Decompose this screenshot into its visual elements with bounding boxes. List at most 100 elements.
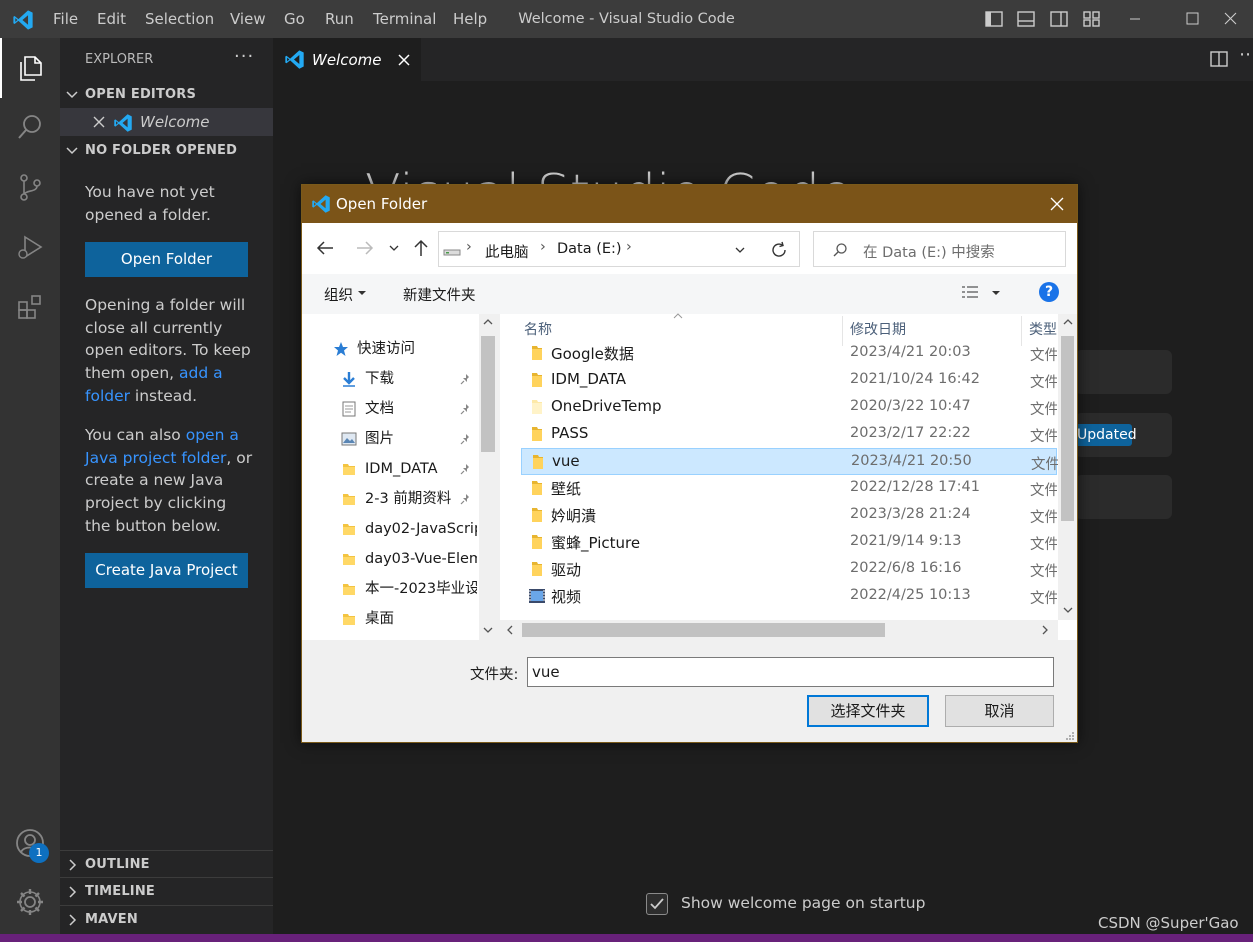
folder-name-input[interactable]: vue — [527, 657, 1054, 687]
file-date: 2023/4/21 20:50 — [851, 453, 972, 469]
run-debug-activity[interactable] — [0, 217, 60, 277]
nav-item[interactable]: 本一-2023毕业设计 — [365, 574, 477, 604]
customize-layout-icon[interactable] — [1082, 9, 1102, 29]
scroll-up-icon[interactable] — [1063, 318, 1073, 326]
chevron-right-icon — [69, 914, 77, 926]
walkthrough-card[interactable] — [1075, 475, 1172, 519]
organize-dropdown-icon[interactable] — [357, 289, 367, 297]
vscode-file-icon — [285, 50, 304, 69]
column-header-name[interactable]: 名称 — [524, 319, 552, 339]
scroll-right-icon[interactable] — [1041, 625, 1049, 635]
file-row[interactable]: 妗岄潰 2023/3/28 21:24 文件夹 — [521, 502, 1057, 529]
no-folder-header[interactable]: NO FOLDER OPENED — [85, 143, 237, 158]
menu-terminal[interactable]: Terminal — [373, 0, 436, 38]
breadcrumb-data-drive[interactable]: Data (E:) — [557, 241, 622, 257]
open-editors-header[interactable]: OPEN EDITORS — [85, 87, 196, 102]
accounts-activity[interactable] — [0, 813, 60, 873]
new-folder-button[interactable]: 新建文件夹 — [403, 284, 476, 305]
status-bar — [0, 934, 1253, 942]
timeline-section[interactable]: TIMELINE — [60, 877, 273, 905]
menu-go[interactable]: Go — [284, 0, 305, 38]
resize-grip-icon[interactable] — [1064, 730, 1075, 741]
file-row[interactable]: 驱动 2022/6/8 16:16 文件夹 — [521, 556, 1057, 583]
navigation-scrollbar[interactable] — [479, 314, 497, 640]
close-editor-icon[interactable] — [92, 115, 106, 129]
select-folder-button[interactable]: 选择文件夹 — [807, 695, 929, 727]
file-row[interactable]: vue 2023/4/21 20:50 文件夹 — [521, 448, 1058, 475]
toggle-panel-icon[interactable] — [1016, 9, 1036, 29]
dialog-close-icon[interactable] — [1038, 185, 1076, 223]
scroll-thumb[interactable] — [522, 623, 885, 637]
tab-welcome[interactable]: Welcome — [273, 38, 421, 81]
maven-label: MAVEN — [85, 912, 138, 927]
search-icon — [833, 243, 847, 257]
up-arrow-icon[interactable] — [413, 239, 429, 257]
column-header-type[interactable]: 类型 — [1029, 319, 1057, 339]
more-actions-icon[interactable]: ⋯ — [1239, 44, 1253, 65]
menu-run[interactable]: Run — [325, 0, 354, 38]
extensions-activity[interactable] — [0, 277, 60, 337]
toggle-primary-sidebar-icon[interactable] — [984, 9, 1004, 29]
source-control-activity[interactable] — [0, 157, 60, 217]
back-arrow-icon[interactable] — [316, 240, 334, 256]
file-row[interactable]: PASS 2023/2/17 22:22 文件夹 — [521, 421, 1057, 448]
file-row[interactable]: 壁纸 2022/12/28 17:41 文件夹 — [521, 475, 1057, 502]
file-row[interactable]: IDM_DATA 2021/10/24 16:42 文件夹 — [521, 367, 1057, 394]
column-header-date[interactable]: 修改日期 — [850, 319, 906, 339]
open-folder-button[interactable]: Open Folder — [85, 242, 248, 277]
file-list-hscrollbar[interactable] — [500, 620, 1058, 640]
help-icon[interactable]: ? — [1039, 282, 1059, 302]
quick-access-item[interactable]: 快速访问 — [357, 334, 477, 364]
close-tab-icon[interactable] — [397, 53, 411, 67]
menu-view[interactable]: View — [230, 0, 266, 38]
search-input[interactable]: 在 Data (E:) 中搜索 — [813, 231, 1066, 267]
walkthrough-card[interactable] — [1075, 350, 1172, 394]
cancel-button[interactable]: 取消 — [945, 695, 1054, 727]
address-bar[interactable]: › 此电脑 › Data (E:) › — [438, 231, 800, 267]
search-activity[interactable] — [0, 97, 60, 157]
view-dropdown-icon[interactable] — [991, 289, 1001, 297]
show-welcome-checkbox[interactable] — [646, 893, 668, 915]
file-row[interactable]: 蜜蜂_Picture 2021/9/14 9:13 文件夹 — [521, 529, 1057, 556]
scroll-thumb[interactable] — [1061, 336, 1074, 521]
menu-file[interactable]: File — [53, 0, 78, 38]
folder-icon — [528, 371, 546, 389]
scroll-down-icon[interactable] — [483, 626, 493, 634]
more-actions-icon[interactable]: ··· — [234, 46, 254, 67]
file-list-vscrollbar[interactable] — [1058, 314, 1077, 620]
nav-item[interactable]: 桌面 — [365, 604, 477, 634]
menu-selection[interactable]: Selection — [145, 0, 214, 38]
minimize-icon[interactable] — [1112, 0, 1158, 38]
toggle-secondary-sidebar-icon[interactable] — [1049, 9, 1069, 29]
recent-locations-icon[interactable] — [388, 243, 400, 253]
outline-section[interactable]: OUTLINE — [60, 850, 273, 878]
show-welcome-label[interactable]: Show welcome page on startup — [681, 894, 925, 912]
manage-activity[interactable] — [0, 872, 60, 932]
scroll-left-icon[interactable] — [506, 625, 514, 635]
refresh-button[interactable] — [759, 231, 800, 267]
view-options-icon[interactable] — [961, 285, 979, 300]
split-editor-icon[interactable] — [1209, 49, 1229, 69]
nav-item[interactable]: day02-JavaScript — [365, 514, 477, 544]
file-date: 2022/4/25 10:13 — [850, 587, 971, 603]
chevron-down-icon[interactable] — [64, 143, 80, 159]
create-java-project-button[interactable]: Create Java Project — [85, 553, 248, 588]
explorer-activity[interactable] — [0, 38, 60, 98]
maven-section[interactable]: MAVEN — [60, 905, 273, 933]
file-date: 2023/3/28 21:24 — [850, 506, 971, 522]
close-window-icon[interactable] — [1207, 0, 1253, 38]
menu-edit[interactable]: Edit — [97, 0, 126, 38]
address-dropdown-icon[interactable] — [734, 245, 746, 255]
chevron-down-icon[interactable] — [64, 87, 80, 103]
organize-menu[interactable]: 组织 — [324, 284, 353, 305]
menu-help[interactable]: Help — [453, 0, 487, 38]
scroll-up-icon[interactable] — [483, 318, 493, 326]
file-row[interactable]: Google数据 2023/4/21 20:03 文件夹 — [521, 340, 1057, 367]
file-row[interactable]: 视频 2022/4/25 10:13 文件夹 — [521, 583, 1057, 610]
breadcrumb-this-pc[interactable]: 此电脑 — [485, 241, 529, 262]
scroll-thumb[interactable] — [481, 336, 495, 452]
forward-arrow-icon[interactable] — [356, 240, 374, 256]
file-row[interactable]: OneDriveTemp 2020/3/22 10:47 文件夹 — [521, 394, 1057, 421]
scroll-down-icon[interactable] — [1063, 606, 1073, 614]
nav-item[interactable]: day03-Vue-Element — [365, 544, 477, 574]
